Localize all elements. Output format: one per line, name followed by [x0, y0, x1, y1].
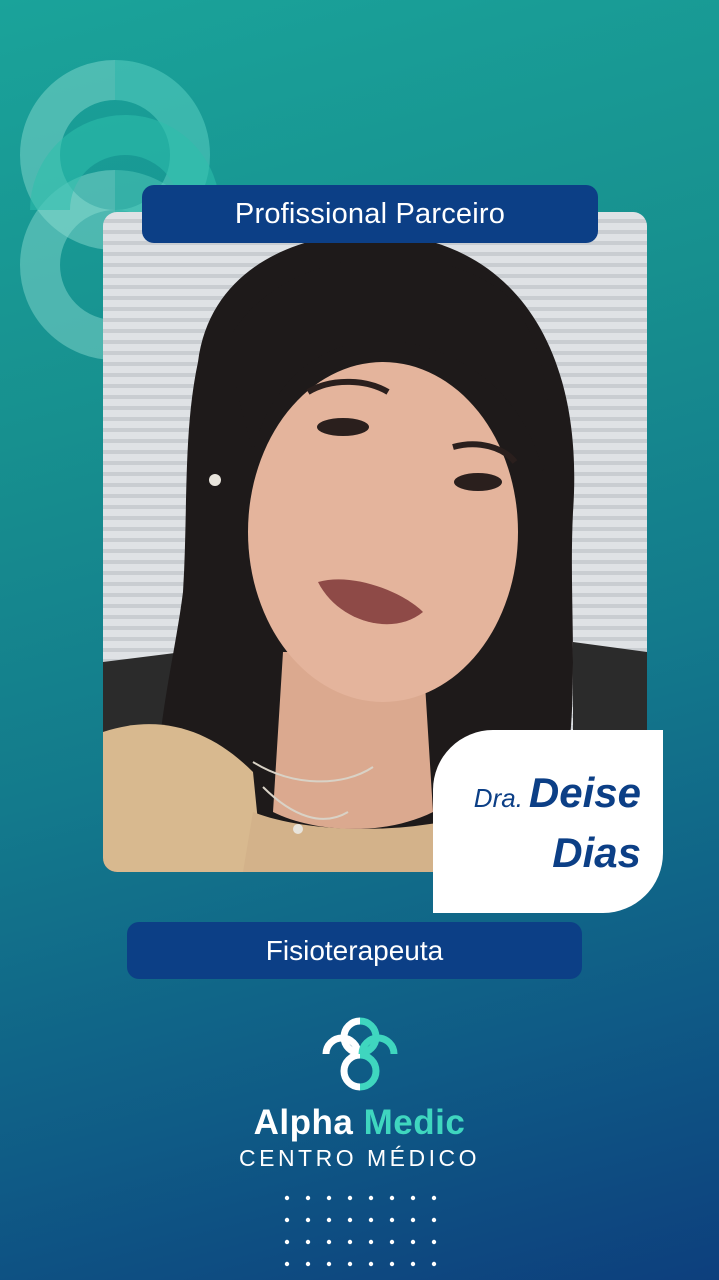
- dot-grid-decoration: [284, 1195, 437, 1267]
- doctor-last-name: Dias: [552, 829, 641, 876]
- specialty-label: Fisioterapeuta: [265, 934, 444, 966]
- brand-block: Alpha Medic CENTRO MÉDICO: [0, 1103, 719, 1172]
- brand-name: Alpha Medic: [0, 1103, 719, 1143]
- brand-subtitle: CENTRO MÉDICO: [239, 1145, 480, 1171]
- brand-logo-icon: [322, 1017, 398, 1091]
- doctor-prefix: Dra.: [473, 783, 523, 813]
- specialty-badge: Fisioterapeuta: [127, 922, 582, 979]
- partner-badge-label: Profissional Parceiro: [234, 197, 506, 230]
- partner-badge: Profissional Parceiro: [142, 185, 598, 243]
- doctor-name-card: Dra. Deise Dias: [433, 730, 663, 913]
- brand-name-part1: Alpha: [253, 1103, 354, 1142]
- doctor-first-name: Deise: [528, 769, 641, 816]
- brand-name-part2: Medic: [363, 1103, 466, 1142]
